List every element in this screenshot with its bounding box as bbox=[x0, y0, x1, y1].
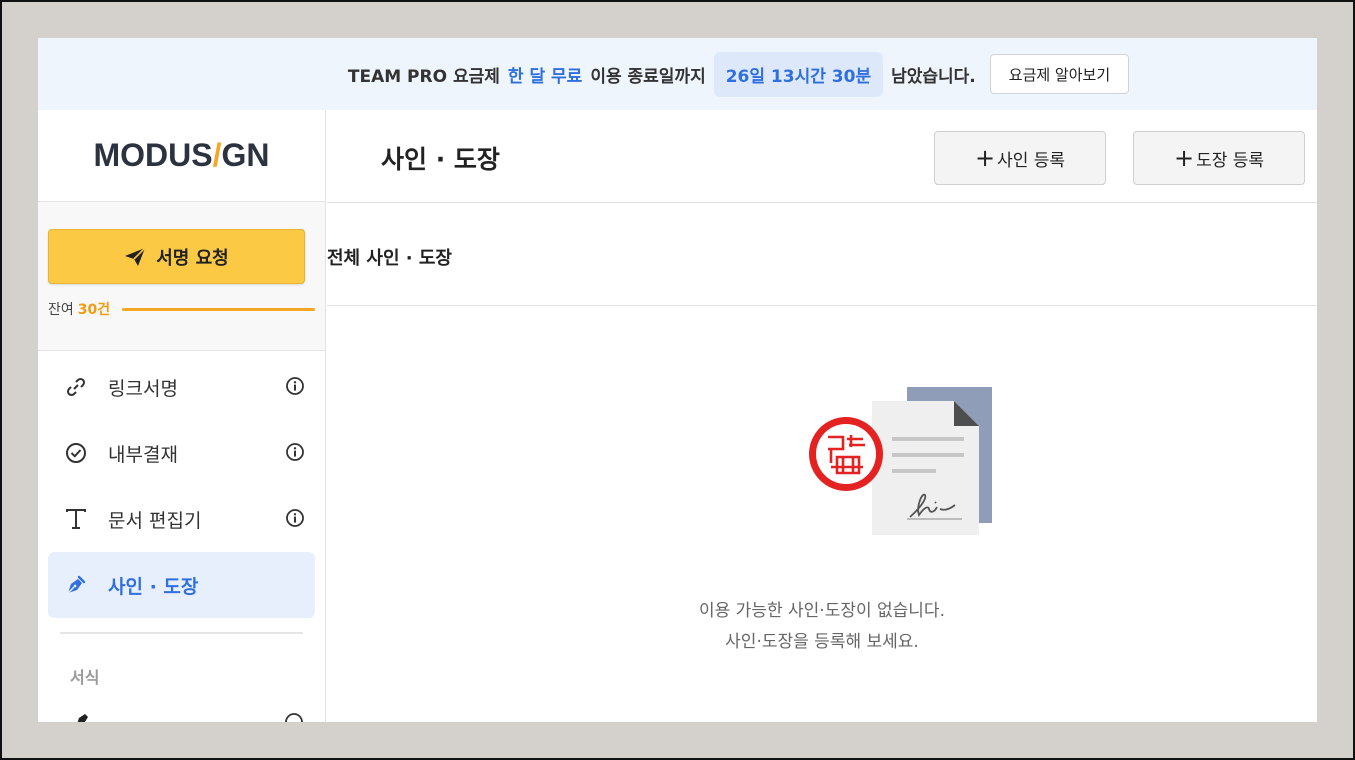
info-icon[interactable] bbox=[284, 712, 304, 722]
document-stamp-illustration bbox=[809, 387, 992, 535]
banner-left-text: 남았습니다. bbox=[891, 66, 976, 87]
banner-free-text: 한 달 무료 bbox=[507, 66, 583, 87]
empty-message-line2: 사인·도장을 등록해 보세요. bbox=[725, 632, 919, 652]
section-label-forms: 서식 bbox=[70, 668, 100, 687]
remaining-quota: 잔여 30건 bbox=[48, 299, 315, 319]
pen-nib-icon bbox=[64, 573, 88, 597]
logo-left: MODUS bbox=[93, 137, 213, 173]
text-t-icon bbox=[64, 507, 88, 531]
link-icon bbox=[64, 375, 88, 399]
info-icon[interactable] bbox=[285, 508, 305, 533]
banner-until-text: 이용 종료일까지 bbox=[590, 66, 706, 87]
logo-slash: / bbox=[212, 137, 222, 173]
logo-right: GN bbox=[221, 137, 270, 173]
sidebar-item-partial[interactable] bbox=[48, 708, 315, 722]
sign-request-label: 서명 요청 bbox=[156, 247, 229, 269]
page-title: 사인 · 도장 bbox=[381, 145, 500, 174]
sidebar-item-label: 사인 · 도장 bbox=[108, 575, 199, 598]
main-header: 사인 · 도장 + 사인 등록 + 도장 등록 bbox=[327, 110, 1317, 203]
remain-bar bbox=[122, 307, 315, 311]
add-sign-button[interactable]: + 사인 등록 bbox=[934, 131, 1106, 185]
plan-banner: TEAM PRO 요금제 한 달 무료 이용 종료일까지 26일 13시간 30… bbox=[38, 38, 1317, 110]
filter-title: 전체 사인 · 도장 bbox=[327, 248, 452, 269]
empty-state: 이용 가능한 사인·도장이 없습니다. 사인·도장을 등록해 보세요. bbox=[327, 306, 1317, 721]
main-content: 사인 · 도장 + 사인 등록 + 도장 등록 전체 사인 · 도장 이용 가능… bbox=[327, 110, 1317, 722]
sidebar-item-link-sign[interactable]: 링크서명 bbox=[48, 354, 315, 420]
request-area: 서명 요청 잔여 30건 bbox=[38, 202, 325, 351]
sidebar-menu: 링크서명 내부결재 문서 편집기 사인 · 도장 서식 bbox=[38, 354, 325, 722]
sign-request-button[interactable]: 서명 요청 bbox=[48, 229, 305, 284]
filter-row: 전체 사인 · 도장 bbox=[327, 203, 1317, 306]
add-sign-label: 사인 등록 bbox=[997, 150, 1066, 171]
sidebar-item-label: 링크서명 bbox=[108, 377, 178, 400]
add-stamp-button[interactable]: + 도장 등록 bbox=[1133, 131, 1305, 185]
banner-plan-text: TEAM PRO 요금제 bbox=[347, 66, 500, 87]
pen-icon bbox=[77, 714, 88, 722]
check-circle-icon bbox=[64, 441, 88, 465]
logo-area: MODUS/GN bbox=[38, 110, 325, 202]
remain-label: 잔여 bbox=[48, 302, 74, 318]
info-icon[interactable] bbox=[285, 442, 305, 467]
plus-icon: + bbox=[1173, 144, 1195, 172]
add-stamp-label: 도장 등록 bbox=[1196, 150, 1265, 171]
sidebar-item-internal-approval[interactable]: 내부결재 bbox=[48, 420, 315, 486]
logo[interactable]: MODUS/GN bbox=[94, 137, 270, 174]
sidebar-item-sign-stamp[interactable]: 사인 · 도장 bbox=[48, 552, 315, 618]
sidebar-item-label: 문서 편집기 bbox=[108, 509, 202, 532]
countdown-badge: 26일 13시간 30분 bbox=[713, 51, 884, 97]
plus-icon: + bbox=[974, 144, 996, 172]
empty-message: 이용 가능한 사인·도장이 없습니다. 사인·도장을 등록해 보세요. bbox=[327, 596, 1317, 658]
sidebar: MODUS/GN 서명 요청 잔여 30건 링크서명 내부결재 문서 편집기 사… bbox=[38, 110, 326, 722]
remain-count: 30건 bbox=[77, 302, 111, 318]
sidebar-item-label: 내부결재 bbox=[108, 443, 178, 466]
app-window: TEAM PRO 요금제 한 달 무료 이용 종료일까지 26일 13시간 30… bbox=[38, 38, 1317, 722]
sidebar-item-document-editor[interactable]: 문서 편집기 bbox=[48, 486, 315, 552]
paper-plane-icon bbox=[125, 246, 146, 266]
learn-plan-button[interactable]: 요금제 알아보기 bbox=[989, 54, 1130, 94]
empty-illustration bbox=[807, 387, 997, 551]
info-icon[interactable] bbox=[285, 376, 305, 401]
empty-message-line1: 이용 가능한 사인·도장이 없습니다. bbox=[699, 601, 945, 621]
